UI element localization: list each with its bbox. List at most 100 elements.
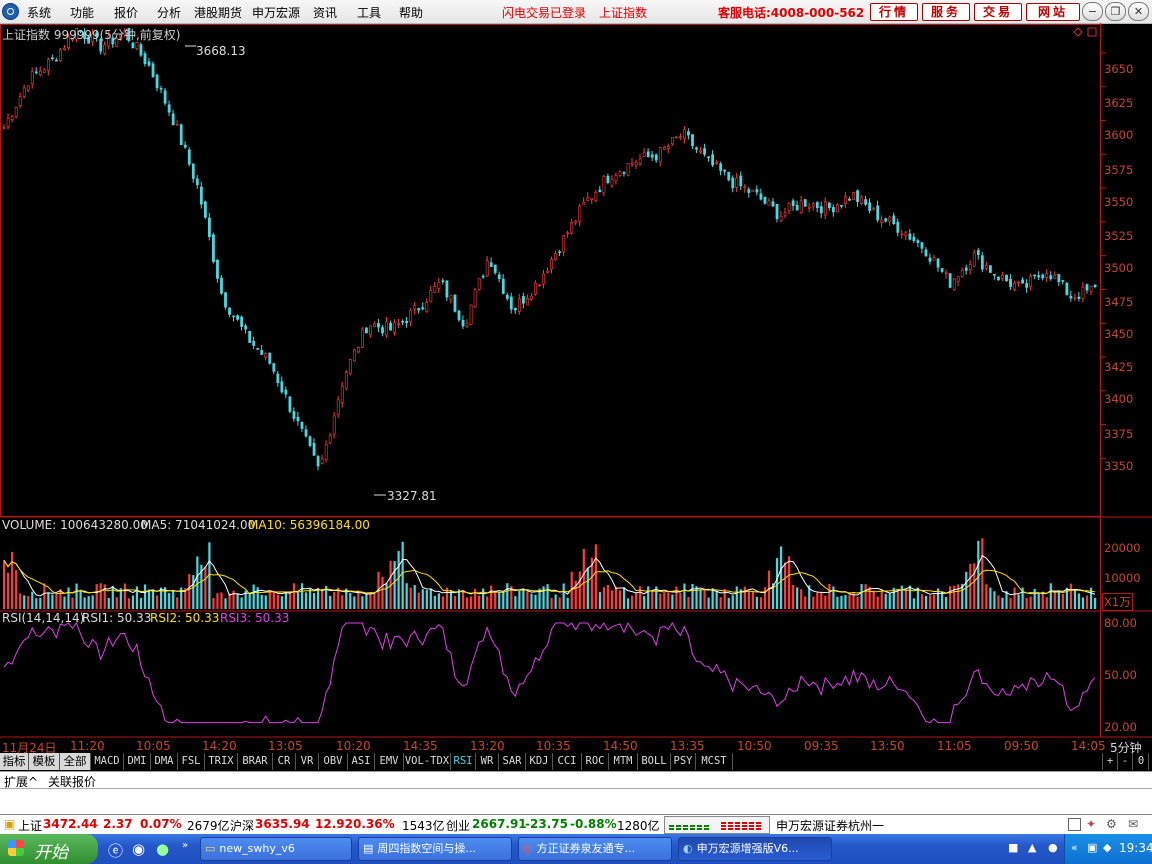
cy-label[interactable]: 创业 — [446, 817, 470, 834]
tray-icon[interactable]: ● — [1048, 841, 1058, 854]
y-tick-label: 3650 — [1104, 62, 1134, 76]
signal-icon[interactable]: ✦ — [1086, 817, 1096, 831]
tab-dmi[interactable]: DMI — [124, 753, 151, 770]
tab-brar[interactable]: BRAR — [238, 753, 273, 770]
tab-wr[interactable]: WR — [476, 753, 499, 770]
restore-icon[interactable]: ❐ — [1105, 2, 1126, 21]
start-button[interactable]: 开始 — [0, 834, 98, 864]
tab-kdj[interactable]: KDJ — [526, 753, 553, 770]
settings-icon[interactable]: ⚙ — [1106, 817, 1117, 831]
cy-change: -23.75 — [525, 817, 568, 831]
volume-bar — [79, 589, 82, 609]
menu-swhy[interactable]: 申万宏源 — [252, 4, 300, 21]
volume-bar — [796, 587, 799, 609]
tab-cr[interactable]: CR — [273, 753, 296, 770]
task-browser[interactable]: ◎ 方正证券泉友通专... — [518, 837, 672, 861]
diamond-icon[interactable] — [1073, 27, 1083, 37]
tab-vr[interactable]: VR — [296, 753, 319, 770]
menu-quote[interactable]: 报价 — [114, 4, 138, 21]
quote-button[interactable]: 行情 — [870, 3, 918, 21]
chart-canvas[interactable] — [0, 23, 1152, 755]
browser-icon[interactable]: ◉ — [132, 840, 145, 858]
tab-dma[interactable]: DMA — [151, 753, 178, 770]
candle-body — [558, 251, 562, 253]
menu-analysis[interactable]: 分析 — [157, 4, 181, 21]
app-icon: ◐ — [683, 842, 693, 855]
zoom-in-button[interactable]: + — [1102, 753, 1118, 770]
trade-button[interactable]: 交易 — [974, 3, 1022, 21]
tab-vol-tdx[interactable]: VOL-TDX — [404, 753, 451, 770]
volume-bar — [369, 592, 372, 609]
minimize-icon[interactable]: − — [1082, 2, 1103, 21]
tab-psy[interactable]: PSY — [671, 753, 696, 770]
tab-全部[interactable]: 全部 — [60, 753, 91, 770]
candle-body — [691, 134, 694, 147]
tab-mcst[interactable]: MCST — [696, 753, 733, 770]
task-document[interactable]: ▤ 周四指数空间与操... — [358, 837, 512, 861]
panel-toggle-icon[interactable] — [1068, 818, 1081, 831]
task-label: 周四指数空间与操... — [377, 842, 476, 855]
tab-模板[interactable]: 模板 — [29, 753, 60, 770]
menu-system[interactable]: 系统 — [27, 4, 51, 21]
antivirus-icon[interactable]: ◆ — [1103, 841, 1111, 854]
tab-cci[interactable]: CCI — [553, 753, 582, 770]
volume-bar — [940, 591, 944, 609]
tab-boll[interactable]: BOLL — [638, 753, 671, 770]
volume-bar — [393, 561, 396, 609]
menu-help[interactable]: 帮助 — [399, 4, 423, 21]
tab-trix[interactable]: TRIX — [205, 753, 238, 770]
tab-emv[interactable]: EMV — [375, 753, 404, 770]
volume-bar — [236, 593, 239, 609]
zoom-out-button[interactable]: - — [1118, 753, 1133, 770]
website-button[interactable]: 网站 — [1026, 3, 1080, 21]
volume-bar — [405, 583, 408, 609]
sh-label[interactable]: 上证 — [18, 817, 42, 834]
chart-area[interactable]: 上证指数 999999(5分钟,前复权) 3668.13 3327.81 365… — [0, 23, 1152, 755]
task-folder[interactable]: ▭ new_swhy_v6 — [200, 837, 352, 861]
candle-body — [208, 217, 211, 238]
tab-fsl[interactable]: FSL — [178, 753, 205, 770]
message-icon[interactable]: ✉ — [1128, 817, 1138, 831]
quicklaunch-expand-icon[interactable]: » — [182, 840, 188, 851]
candle-body — [365, 327, 368, 334]
menu-function[interactable]: 功能 — [70, 4, 94, 21]
candle-body — [674, 136, 678, 139]
tab-asi[interactable]: ASI — [348, 753, 375, 770]
tray-show-icon[interactable]: « — [1071, 841, 1078, 854]
app-logo-icon[interactable] — [2, 3, 19, 20]
candle-body — [377, 323, 380, 328]
candle-body — [348, 359, 352, 374]
network-icon[interactable]: ▣ — [1087, 841, 1097, 854]
service-button[interactable]: 服务 — [922, 3, 970, 21]
candle-body — [952, 278, 956, 290]
menu-tools[interactable]: 工具 — [357, 4, 381, 21]
tab-sar[interactable]: SAR — [499, 753, 526, 770]
quicklaunch-icon[interactable]: ● — [156, 840, 169, 858]
candle-body — [14, 106, 18, 117]
menu-hk-futures[interactable]: 港股期货 — [194, 4, 242, 21]
task-swhy[interactable]: ◐ 申万宏源增强版V6... — [678, 837, 832, 861]
tab-roc[interactable]: ROC — [582, 753, 609, 770]
candle-body — [252, 340, 256, 346]
tray-icon[interactable]: ▲ — [1028, 841, 1036, 854]
menu-index-name[interactable]: 上证指数 — [599, 4, 647, 21]
volume-bar — [260, 594, 263, 609]
volume-bar — [7, 572, 10, 609]
ma5-line — [3, 554, 1096, 597]
reset-button[interactable]: 0 — [1134, 753, 1149, 770]
volume-bar — [409, 587, 412, 609]
tab-obv[interactable]: OBV — [319, 753, 348, 770]
tab-指标[interactable]: 指标 — [0, 753, 29, 770]
hs-label[interactable]: 沪深 — [230, 817, 254, 834]
maximize-panel-icon[interactable] — [1087, 27, 1097, 37]
tray-icon[interactable]: ■ — [1008, 841, 1018, 854]
clock[interactable]: 19:34 — [1119, 841, 1152, 855]
volume-bar — [643, 596, 646, 609]
ie-icon[interactable]: ⓔ — [108, 840, 123, 861]
menu-news[interactable]: 资讯 — [313, 4, 337, 21]
close-icon[interactable]: ✕ — [1128, 2, 1149, 21]
tab-mtm[interactable]: MTM — [609, 753, 638, 770]
tab-rsi[interactable]: RSI — [451, 753, 476, 770]
volume-bar — [312, 593, 316, 609]
tab-macd[interactable]: MACD — [91, 753, 124, 770]
